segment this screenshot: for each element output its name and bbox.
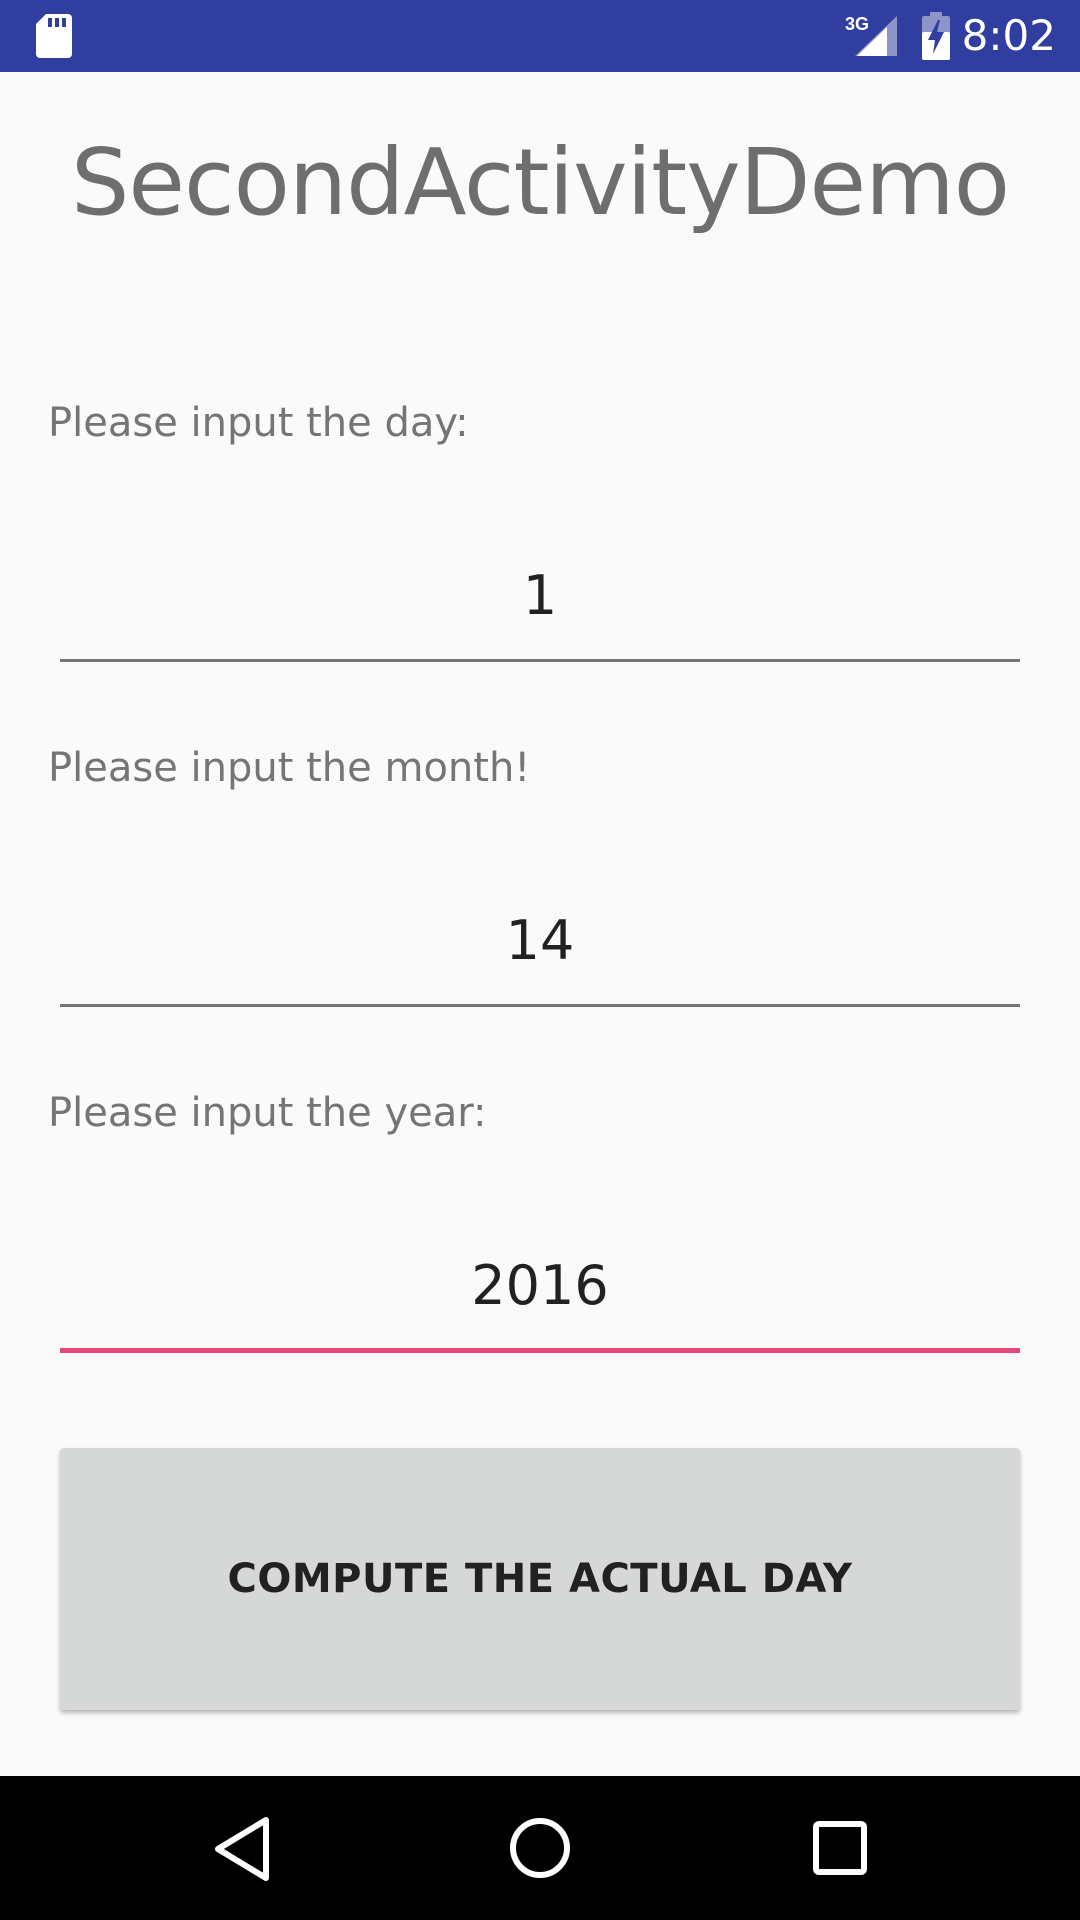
recents-icon[interactable] <box>812 1820 868 1876</box>
app-title: SecondActivityDemo <box>71 129 1010 236</box>
home-icon[interactable] <box>508 1816 572 1880</box>
back-icon[interactable] <box>212 1814 272 1884</box>
navigation-bar <box>0 1776 1080 1920</box>
month-input[interactable] <box>60 877 1020 1007</box>
status-bar: 3G 8:02 <box>0 0 1080 72</box>
network-type-label: 3G <box>845 14 869 34</box>
signal-3g-icon: 3G <box>845 14 897 56</box>
day-label: Please input the day: <box>48 400 469 446</box>
battery-charging-icon <box>922 12 950 60</box>
year-input[interactable] <box>60 1223 1020 1353</box>
month-label: Please input the month! <box>48 745 531 791</box>
status-clock: 8:02 <box>961 11 1056 60</box>
sd-card-icon <box>36 14 72 58</box>
compute-button[interactable]: COMPUTE THE ACTUAL DAY <box>60 1448 1020 1710</box>
day-input[interactable] <box>60 532 1020 662</box>
year-label: Please input the year: <box>48 1090 487 1136</box>
